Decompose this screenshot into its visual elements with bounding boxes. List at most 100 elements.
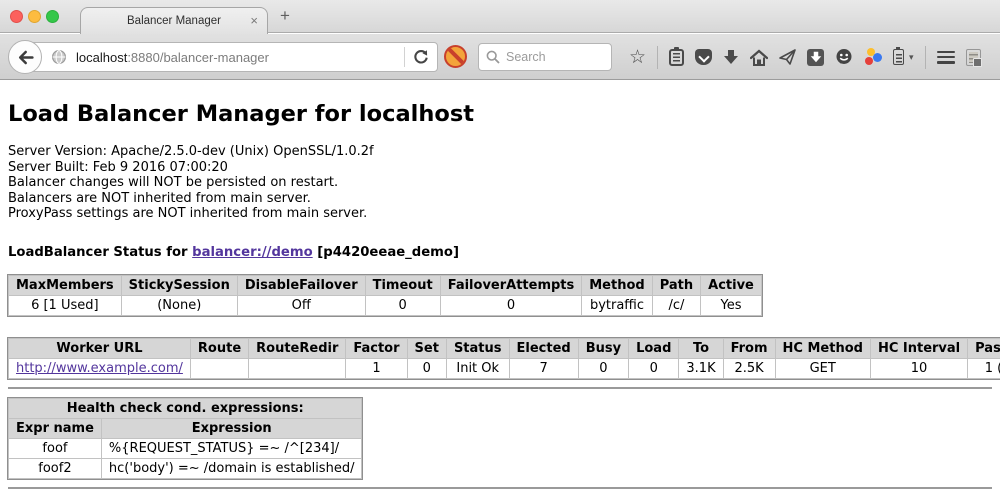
search-icon [486, 50, 500, 64]
table-row: foof %{REQUEST_STATUS} =~ /^[234]/ [9, 438, 362, 458]
balancer-settings-table: MaxMembers StickySession DisableFailover… [8, 275, 762, 316]
reload-icon [413, 49, 429, 65]
col-route: Route [190, 338, 248, 358]
cell-routeredir [249, 358, 346, 378]
tab-title: Balancer Manager [127, 15, 221, 27]
menu-icon[interactable] [937, 51, 955, 64]
table-header-row: MaxMembers StickySession DisableFailover… [9, 275, 762, 295]
url-bar[interactable]: localhost:8880/balancer-manager [26, 42, 438, 72]
cell-route [190, 358, 248, 378]
balancer-demo-link[interactable]: balancer://demo [192, 245, 313, 260]
col-load: Load [629, 338, 679, 358]
cell-passes: 1 (0) [968, 358, 1000, 378]
search-bar[interactable] [478, 43, 612, 71]
cell-stickysession: (None) [121, 295, 237, 315]
zoom-window-button[interactable] [46, 10, 59, 23]
url-path: :8880/balancer-manager [127, 50, 269, 65]
col-hc-method: HC Method [775, 338, 870, 358]
table-header-row: Expr name Expression [9, 418, 362, 438]
back-icon [16, 48, 35, 67]
persist-notice-line: Balancer changes will NOT be persisted o… [8, 175, 992, 191]
cell-hc-method: GET [775, 358, 870, 378]
reload-button[interactable] [405, 49, 437, 65]
col-from: From [723, 338, 775, 358]
worker-table: Worker URL Route RouteRedir Factor Set S… [8, 338, 1000, 379]
reading-list-icon[interactable] [669, 49, 684, 66]
toolbar-divider [925, 46, 926, 69]
col-expr-name: Expr name [9, 418, 102, 438]
new-tab-button[interactable]: + [280, 6, 290, 26]
colored-dots-icon[interactable] [864, 48, 882, 66]
col-active: Active [701, 275, 762, 295]
page-content: Load Balancer Manager for localhost Serv… [0, 80, 1000, 491]
downloads-icon[interactable] [723, 49, 739, 65]
cell-elected: 7 [509, 358, 578, 378]
tab-close-icon[interactable]: × [250, 13, 258, 28]
table-row: http://www.example.com/ 1 0 Init Ok 7 0 … [9, 358, 1000, 378]
cell-to: 3.1K [679, 358, 723, 378]
chat-smiley-icon[interactable] [835, 48, 853, 66]
status-heading-prefix: LoadBalancer Status for [8, 245, 192, 260]
col-passes: Passes [968, 338, 1000, 358]
send-tab-icon[interactable] [779, 49, 796, 65]
col-factor: Factor [346, 338, 407, 358]
title-bar: Balancer Manager × + [0, 0, 1000, 33]
col-disablefailover: DisableFailover [237, 275, 365, 295]
back-button[interactable] [8, 40, 42, 74]
clipboard-icon [669, 49, 684, 66]
page-extension-icon[interactable] [966, 49, 981, 66]
search-input[interactable] [506, 50, 596, 64]
cell-from: 2.5K [723, 358, 775, 378]
battery-extension-icon[interactable] [893, 49, 904, 65]
navigation-toolbar: localhost:8880/balancer-manager ☆ [0, 34, 1000, 80]
pocket-icon[interactable] [695, 49, 712, 65]
col-hc-interval: HC Interval [870, 338, 967, 358]
cell-worker-url: http://www.example.com/ [9, 358, 191, 378]
cell-expression: hc('body') =~ /domain is established/ [101, 458, 362, 478]
col-routeredir: RouteRedir [249, 338, 346, 358]
cell-hc-interval: 10 [870, 358, 967, 378]
col-timeout: Timeout [365, 275, 440, 295]
url-text: localhost:8880/balancer-manager [76, 50, 404, 65]
footer-divider [8, 487, 992, 489]
table-header-row: Worker URL Route RouteRedir Factor Set S… [9, 338, 1000, 358]
cell-maxmembers: 6 [1 Used] [9, 295, 122, 315]
home-icon[interactable] [750, 49, 768, 66]
minimize-window-button[interactable] [28, 10, 41, 23]
status-heading-suffix: [p4420eeae_demo] [313, 245, 459, 260]
col-expression: Expression [101, 418, 362, 438]
globe-icon [51, 49, 67, 65]
health-check-table: Health check cond. expressions: Expr nam… [8, 398, 362, 479]
col-worker-url: Worker URL [9, 338, 191, 358]
col-set: Set [407, 338, 446, 358]
table-row: 6 [1 Used] (None) Off 0 0 bytraffic /c/ … [9, 295, 762, 315]
table-title-row: Health check cond. expressions: [9, 398, 362, 418]
cell-disablefailover: Off [237, 295, 365, 315]
cell-set: 0 [407, 358, 446, 378]
worker-url-link[interactable]: http://www.example.com/ [16, 361, 183, 376]
cell-expr-name: foof [9, 438, 102, 458]
tab-balancer-manager[interactable]: Balancer Manager × [80, 7, 268, 34]
cell-expr-name: foof2 [9, 458, 102, 478]
server-info: Server Version: Apache/2.5.0-dev (Unix) … [8, 144, 992, 222]
table-row: foof2 hc('body') =~ /domain is establish… [9, 458, 362, 478]
section-divider [8, 387, 992, 389]
health-table-title: Health check cond. expressions: [9, 398, 362, 418]
cell-timeout: 0 [365, 295, 440, 315]
col-to: To [679, 338, 723, 358]
page-title: Load Balancer Manager for localhost [8, 101, 992, 127]
col-elected: Elected [509, 338, 578, 358]
chevron-down-icon[interactable]: ▾ [909, 52, 914, 63]
blocked-content-icon[interactable] [444, 45, 467, 68]
cell-active: Yes [701, 295, 762, 315]
url-host: localhost [76, 50, 127, 65]
bookmark-star-icon[interactable]: ☆ [629, 48, 646, 67]
col-failoverattempts: FailoverAttempts [440, 275, 582, 295]
close-window-button[interactable] [10, 10, 23, 23]
toolbar-divider [657, 46, 658, 69]
cell-path: /c/ [652, 295, 700, 315]
cell-status: Init Ok [446, 358, 509, 378]
video-download-icon[interactable] [807, 49, 824, 66]
col-status: Status [446, 338, 509, 358]
cell-expression: %{REQUEST_STATUS} =~ /^[234]/ [101, 438, 362, 458]
